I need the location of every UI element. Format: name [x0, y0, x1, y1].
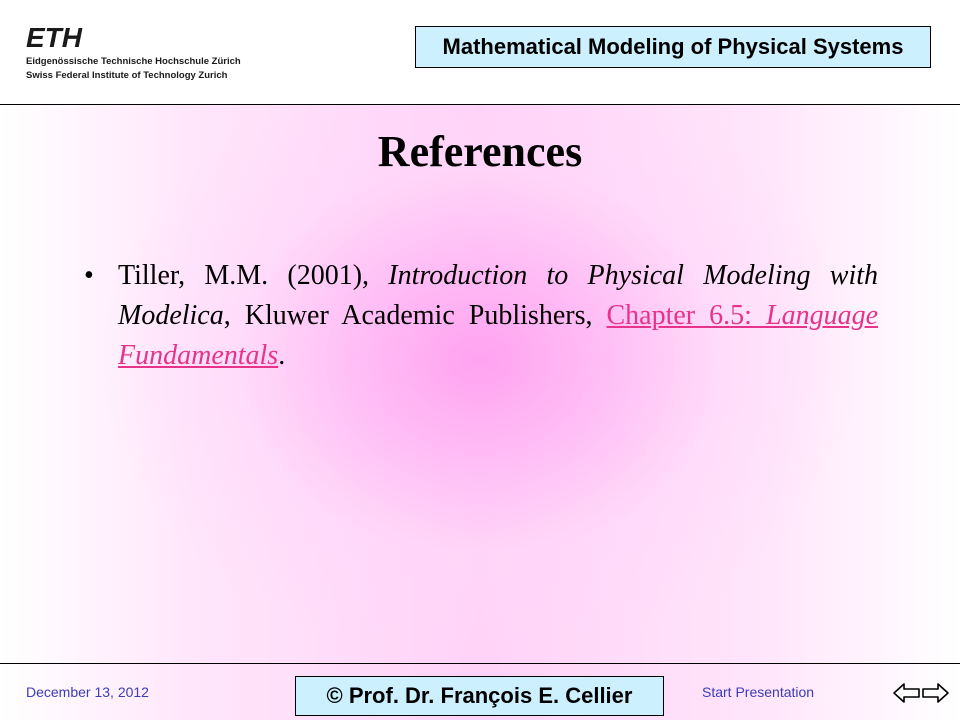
reference-authors: Tiller, M.M. (2001), — [118, 260, 389, 291]
reference-text: Tiller, M.M. (2001), Introduction to Phy… — [118, 256, 878, 376]
footer-author: © Prof. Dr. François E. Cellier — [295, 676, 664, 716]
reference-publisher: , Kluwer Academic Publishers, — [223, 300, 607, 331]
left-arrow-icon[interactable] — [892, 681, 922, 705]
start-presentation-link[interactable]: Start Presentation — [702, 684, 814, 700]
footer-date: December 13, 2012 — [26, 684, 149, 700]
chapter-link-number: Chapter 6.5: — [606, 300, 766, 331]
header: ETH Eidgenössische Technische Hochschule… — [0, 0, 960, 105]
institution-line-german: Eidgenössische Technische Hochschule Zür… — [26, 56, 241, 67]
course-title: Mathematical Modeling of Physical System… — [415, 26, 931, 68]
reference-item: • Tiller, M.M. (2001), Introduction to P… — [84, 256, 878, 376]
slide-title: References — [377, 127, 583, 176]
eth-logo-text: ETH — [26, 24, 83, 50]
footer-divider — [0, 663, 960, 664]
reference-end: . — [278, 340, 286, 371]
eth-logo: ETH — [26, 24, 83, 50]
right-arrow-icon[interactable] — [920, 681, 950, 705]
bullet-icon: • — [84, 260, 94, 291]
institution-line-english: Swiss Federal Institute of Technology Zu… — [26, 70, 228, 81]
